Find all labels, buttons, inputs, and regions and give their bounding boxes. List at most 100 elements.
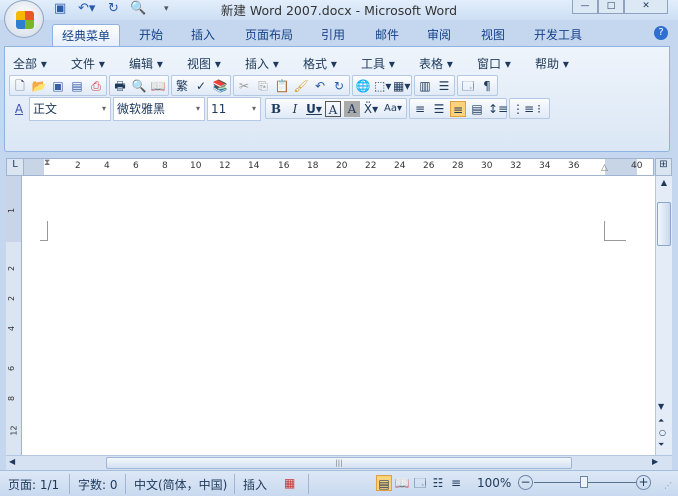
save-icon[interactable]: ▣ bbox=[54, 1, 66, 16]
reading-icon[interactable]: 📖▾ bbox=[150, 78, 166, 109]
menu-all[interactable]: 全部 ▾ bbox=[13, 55, 47, 72]
distribute-icon[interactable]: ▤ bbox=[469, 101, 485, 117]
columns-icon[interactable]: ▥ bbox=[417, 78, 433, 94]
scroll-up-icon[interactable]: ▲ bbox=[658, 178, 670, 192]
scroll-right-icon[interactable]: ▶ bbox=[652, 457, 658, 466]
table-icon[interactable]: ▦▾ bbox=[393, 78, 410, 94]
menu-edit[interactable]: 编辑 ▾ bbox=[129, 55, 163, 72]
print-preview-icon[interactable]: 🔍 bbox=[130, 1, 146, 16]
menu-help[interactable]: 帮助 ▾ bbox=[535, 55, 569, 72]
next-page-icon[interactable]: ⏷ bbox=[658, 440, 664, 450]
styles-icon[interactable]: A bbox=[11, 101, 27, 117]
draft-icon[interactable]: ≡ bbox=[448, 475, 464, 491]
view-ruler-icon[interactable]: ⊞ bbox=[655, 158, 672, 176]
align-center-icon[interactable]: ≡ bbox=[450, 100, 466, 117]
research-icon[interactable]: 📚 bbox=[212, 78, 228, 94]
font-size-select[interactable]: 11 ▾ bbox=[207, 96, 261, 121]
menu-view[interactable]: 视图 ▾ bbox=[187, 55, 221, 72]
char-border-icon[interactable]: A bbox=[325, 100, 341, 117]
right-indent-marker-icon[interactable]: △ bbox=[601, 163, 608, 173]
menu-table[interactable]: 表格 ▾ bbox=[419, 55, 453, 72]
tab-home[interactable]: 开始 bbox=[130, 24, 172, 46]
paste-icon[interactable]: 📋 bbox=[274, 78, 290, 94]
align-left-icon[interactable]: ≡ bbox=[412, 101, 428, 117]
maximize-button[interactable]: □ bbox=[598, 0, 624, 14]
numbering-icon[interactable]: ⋮≡ bbox=[512, 101, 534, 117]
zoom-out-icon[interactable]: − bbox=[518, 475, 533, 490]
redo-icon[interactable]: ↻ bbox=[331, 78, 347, 94]
insert-mode[interactable]: 插入 bbox=[243, 476, 267, 493]
tab-references[interactable]: 引用 bbox=[312, 24, 354, 46]
pdf-icon[interactable]: ⎙ bbox=[88, 78, 104, 94]
prev-page-icon[interactable]: ⏶ bbox=[658, 416, 664, 426]
web-layout-icon[interactable]: 🗔 bbox=[412, 475, 428, 491]
new-icon[interactable]: 🗋 bbox=[12, 78, 28, 94]
style-select[interactable]: 正文 ▾ bbox=[29, 96, 111, 121]
page-count[interactable]: 页面: 1/1 bbox=[8, 476, 59, 493]
tab-insert[interactable]: 插入 bbox=[182, 24, 224, 46]
underline-icon[interactable]: U▾ bbox=[306, 101, 322, 117]
scroll-thumb[interactable] bbox=[657, 202, 671, 246]
redo-icon[interactable]: ↻ bbox=[108, 1, 119, 16]
tab-classic-menu[interactable]: 经典菜单 bbox=[52, 24, 121, 46]
undo-icon[interactable]: ↶▾ bbox=[78, 1, 95, 16]
customize-qat-icon[interactable]: ▾ bbox=[164, 4, 169, 14]
print-icon[interactable]: 🖶 bbox=[112, 78, 128, 94]
close-button[interactable]: ✕ bbox=[624, 0, 668, 14]
format-painter-icon[interactable]: 🖌 bbox=[293, 78, 309, 94]
zoom-slider-thumb[interactable] bbox=[580, 476, 588, 488]
char-shading-icon[interactable]: A bbox=[344, 100, 360, 117]
indent-marker-icon[interactable]: ⧗ bbox=[44, 158, 50, 168]
copy-icon[interactable]: ⎘ bbox=[255, 78, 271, 94]
help-icon[interactable]: ? bbox=[654, 26, 668, 40]
spelling-icon[interactable]: ✓ bbox=[193, 78, 209, 94]
save-icon[interactable]: ▣ bbox=[50, 78, 66, 94]
document-map-icon[interactable]: 🗔 bbox=[460, 78, 476, 94]
full-screen-reading-icon[interactable]: 📖 bbox=[394, 475, 410, 491]
vertical-ruler[interactable]: 1 2 2 4 6 8 12 bbox=[6, 176, 22, 455]
open-icon[interactable]: 📂 bbox=[31, 78, 47, 94]
permission-icon[interactable]: ▤ bbox=[69, 78, 85, 94]
borders-icon[interactable]: ⬚▾ bbox=[374, 78, 391, 94]
phonetic-icon[interactable]: Ẍ▾ bbox=[363, 101, 379, 117]
scroll-thumb[interactable]: ||| bbox=[106, 457, 572, 469]
horizontal-ruler[interactable]: L ⧗ △ 2 4 6 8 10 12 14 16 18 20 22 24 26… bbox=[6, 158, 654, 176]
tab-review[interactable]: 审阅 bbox=[418, 24, 460, 46]
vertical-scrollbar[interactable]: ▲ ▼ ⏶ ○ ⏷ bbox=[655, 176, 672, 455]
zoom-in-icon[interactable]: + bbox=[636, 475, 651, 490]
scroll-down-icon[interactable]: ▼ bbox=[658, 402, 664, 411]
select-browse-object-icon[interactable]: ○ bbox=[659, 428, 666, 437]
word-count[interactable]: 字数: 0 bbox=[78, 476, 118, 493]
resize-grip-icon[interactable]: ⋰ bbox=[664, 481, 672, 490]
tab-mailings[interactable]: 邮件 bbox=[366, 24, 408, 46]
macro-record-icon[interactable]: ▦ bbox=[284, 476, 295, 490]
menu-tools[interactable]: 工具 ▾ bbox=[361, 55, 395, 72]
scroll-left-icon[interactable]: ◀ bbox=[9, 457, 15, 466]
print-preview-icon[interactable]: 🔍 bbox=[131, 78, 147, 94]
print-layout-icon[interactable]: ▤ bbox=[376, 475, 392, 491]
minimize-button[interactable]: — bbox=[572, 0, 598, 14]
menu-file[interactable]: 文件 ▾ bbox=[71, 55, 105, 72]
document-page[interactable] bbox=[22, 176, 655, 455]
italic-icon[interactable]: I bbox=[287, 101, 303, 117]
text-direction-icon[interactable]: ☰ bbox=[436, 78, 452, 94]
tab-view[interactable]: 视图 bbox=[472, 24, 514, 46]
undo-icon[interactable]: ↶ bbox=[312, 78, 328, 94]
outline-icon[interactable]: ☷ bbox=[430, 475, 446, 491]
line-spacing-icon[interactable]: ↕≡ bbox=[488, 101, 508, 117]
menu-insert[interactable]: 插入 ▾ bbox=[245, 55, 279, 72]
justify-icon[interactable]: ☰ bbox=[431, 101, 447, 117]
menu-window[interactable]: 窗口 ▾ bbox=[477, 55, 511, 72]
zoom-level[interactable]: 100% bbox=[477, 476, 511, 490]
change-case-icon[interactable]: Aa▾ bbox=[382, 101, 404, 117]
font-select[interactable]: 微软雅黑 ▾ bbox=[113, 96, 205, 121]
tab-page-layout[interactable]: 页面布局 bbox=[236, 24, 302, 46]
translate-icon[interactable]: 繁 bbox=[174, 78, 190, 94]
bold-icon[interactable]: B bbox=[268, 101, 284, 117]
bullets-icon[interactable]: ⁝ bbox=[531, 101, 547, 117]
hyperlink-icon[interactable]: 🌐 bbox=[355, 78, 371, 94]
cut-icon[interactable]: ✂ bbox=[236, 78, 252, 94]
tab-selector-icon[interactable]: L bbox=[7, 159, 24, 175]
office-button[interactable] bbox=[4, 0, 44, 38]
language[interactable]: 中文(简体，中国) bbox=[134, 476, 227, 493]
